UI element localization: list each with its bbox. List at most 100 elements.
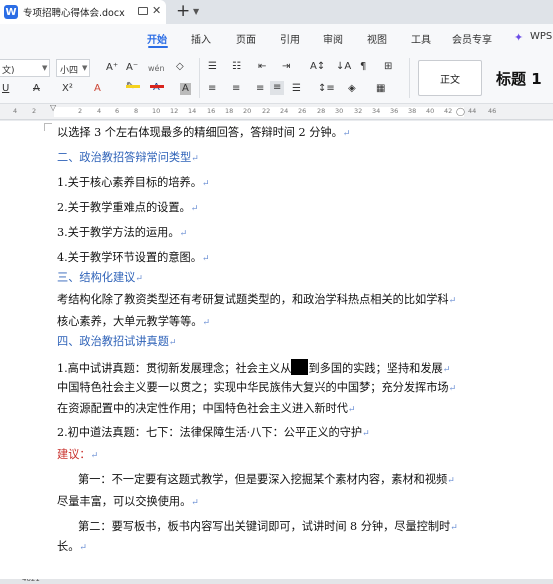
align-center-icon[interactable]: ≡ xyxy=(232,83,240,95)
font-color-button[interactable]: A xyxy=(153,82,160,94)
indent-icon[interactable]: ⇥ xyxy=(282,61,290,73)
status-bar: 4021 xyxy=(0,579,553,584)
tab-member[interactable]: 会员专享 xyxy=(452,31,492,46)
document-heading[interactable]: 三、结构化建议↵ xyxy=(57,271,143,286)
tab-wps-ai[interactable]: WPS xyxy=(530,31,552,42)
font-color-bar xyxy=(150,85,164,88)
table-border-icon[interactable]: ▦ xyxy=(376,83,385,95)
close-icon[interactable]: ✕ xyxy=(152,4,161,17)
tab-home[interactable]: 开始 xyxy=(147,31,167,46)
ruler-number: 18 xyxy=(225,107,234,115)
document-heading[interactable]: 四、政治教招试讲真题↵ xyxy=(57,335,176,350)
sort-icon[interactable]: ↓A xyxy=(336,61,351,73)
document-paragraph[interactable]: 尽量丰富，可以交换使用。↵ xyxy=(57,495,199,510)
paragraph-text: 第二：要写板书，板书内容写出关键词即可，试讲时间 8 分钟，尽量控制时 xyxy=(78,520,451,533)
document-tab[interactable]: W 专项招聘心得体会.docx ✕ xyxy=(0,0,166,24)
paragraph-mark-icon: ↵ xyxy=(347,405,356,415)
distributed-icon[interactable]: ☰ xyxy=(292,83,301,95)
paragraph-mark-icon: ↵ xyxy=(201,179,210,189)
document-paragraph[interactable]: 在资源配置中的决定性作用；中国特色社会主义进入新时代↵ xyxy=(57,402,355,417)
document-paragraph[interactable]: 2.初中道法真题：七下：法律保障生活·八下：公平正义的守护↵ xyxy=(57,426,370,441)
chevron-down-icon[interactable]: ▼ xyxy=(193,7,199,16)
align-right-icon[interactable]: ≡ xyxy=(256,83,264,95)
text-direction-icon[interactable]: A↕ xyxy=(310,61,325,73)
tab-references[interactable]: 引用 xyxy=(280,31,300,46)
paragraph-mark-icon: ↵ xyxy=(362,429,370,439)
status-word-count: 4021 xyxy=(22,579,40,583)
paragraph-text: 1.关于核心素养目标的培养。 xyxy=(57,176,202,189)
underline-button[interactable]: U xyxy=(2,83,9,95)
strikethrough-button[interactable]: A xyxy=(33,83,40,95)
char-shading-button[interactable]: A xyxy=(180,83,191,95)
ruler-number: 16 xyxy=(207,107,216,115)
ruler-number: 26 xyxy=(298,107,307,115)
style-normal[interactable]: 正文 xyxy=(418,60,482,96)
ruler-number: 12 xyxy=(170,107,179,115)
document-paragraph[interactable]: 第二：要写板书，板书内容写出关键词即可，试讲时间 8 分钟，尽量控制时↵ xyxy=(78,520,458,535)
document-paragraph[interactable]: 中国特色社会主义要一以贯之；实现中华民族伟大复兴的中国梦；充分发挥市场↵ xyxy=(57,381,456,396)
superscript-button[interactable]: X² xyxy=(62,83,73,95)
document-paragraph[interactable]: 核心素养，大单元教学等等。↵ xyxy=(57,315,210,330)
ruler-number: 30 xyxy=(335,107,344,115)
align-left-icon[interactable]: ≡ xyxy=(208,83,216,95)
paragraph-mark-icon: ↵ xyxy=(447,476,455,486)
chevron-down-icon: ▼ xyxy=(82,64,88,72)
document-paragraph[interactable]: 长。↵ xyxy=(57,540,87,555)
document-paragraph[interactable]: 第一：不一定要有这题式教学，但是要深入挖掘某个素材内容，素材和视频↵ xyxy=(78,473,455,488)
shading-icon[interactable]: ◈ xyxy=(348,83,356,95)
style-heading-1[interactable]: 标题 1 xyxy=(488,60,553,96)
ribbon-toolbar: 文) ▼ 小四 ▼ A⁺ A⁻ wén ◇ U A X² A ✎ A A ☰ ☷… xyxy=(0,50,553,104)
document-page[interactable]: 以选择 3 个左右体现最多的精细回答，答辩时间 2 分钟。↵ 二、政治教招答辩常问… xyxy=(0,121,553,579)
outdent-icon[interactable]: ⇤ xyxy=(258,61,266,73)
phonetic-guide-button[interactable]: wén xyxy=(148,63,165,75)
bullet-list-icon[interactable]: ☰ xyxy=(208,61,217,73)
paragraph-text: 以选择 3 个左右体现最多的精细回答，答辩时间 2 分钟。 xyxy=(57,126,343,139)
margin-corner-mark xyxy=(44,123,52,131)
numbered-list-icon[interactable]: ☷ xyxy=(232,61,241,73)
borders-icon[interactable]: ⊞ xyxy=(384,61,392,73)
paragraph-text: 2.初中道法真题：七下：法律保障生活·八下：公平正义的守护 xyxy=(57,426,363,439)
tab-insert[interactable]: 插入 xyxy=(191,31,211,46)
ruler-number: 14 xyxy=(188,107,197,115)
document-paragraph[interactable]: 建议：↵ xyxy=(57,448,98,463)
tab-review[interactable]: 审阅 xyxy=(323,31,343,46)
first-line-indent-marker[interactable]: ▽ xyxy=(50,104,56,112)
paragraph-mark-icon: ↵ xyxy=(342,129,351,139)
document-heading[interactable]: 二、政治教招答辩常问类型↵ xyxy=(57,151,199,166)
grow-font-button[interactable]: A⁺ xyxy=(106,62,118,74)
document-paragraph[interactable]: 考结构化除了教资类型还有考研复试题类型的，和政治学科热点相关的比如学科↵ xyxy=(57,293,456,308)
ruler-number: 24 xyxy=(280,107,289,115)
line-spacing-icon[interactable]: ↕≡ xyxy=(318,83,335,95)
clear-format-icon[interactable]: ◇ xyxy=(176,61,184,73)
tab-view[interactable]: 视图 xyxy=(367,31,387,46)
chevron-down-icon: ▼ xyxy=(42,64,48,72)
document-paragraph[interactable]: 1.关于核心素养目标的培养。↵ xyxy=(57,176,209,191)
ruler-number: 2 xyxy=(32,107,37,115)
ruler-number: 42 xyxy=(444,107,453,115)
ruler[interactable]: ▽ ◯ 4 2 2 4 6 8 10 12 14 16 18 20 22 24 26 28 30 32 34 36 38… xyxy=(0,104,553,120)
tab-tools[interactable]: 工具 xyxy=(411,31,431,46)
tab-page[interactable]: 页面 xyxy=(236,31,256,46)
ruler-number: 40 xyxy=(426,107,435,115)
document-paragraph[interactable]: 3.关于教学方法的运用。↵ xyxy=(57,226,187,241)
ruler-number: 32 xyxy=(354,107,363,115)
document-paragraph[interactable]: 2.关于教学重难点的设置。↵ xyxy=(57,201,198,216)
paragraph-text: 1.高中试讲真题：贯彻新发展理念；社会主义从 xyxy=(57,362,292,375)
show-marks-icon[interactable]: ¶ xyxy=(360,61,366,73)
paragraph-text: 核心素养，大单元教学等等。 xyxy=(57,315,203,328)
paragraph-mark-icon: ↵ xyxy=(191,154,199,164)
plus-icon[interactable]: + xyxy=(176,1,190,21)
shrink-font-button[interactable]: A⁻ xyxy=(126,62,138,74)
right-indent-marker[interactable]: ◯ xyxy=(456,107,465,116)
paragraph-mark-icon: ↵ xyxy=(448,296,457,306)
document-paragraph[interactable]: 以选择 3 个左右体现最多的精细回答，答辩时间 2 分钟。↵ xyxy=(57,126,350,141)
justify-icon[interactable]: ≡ xyxy=(270,81,285,95)
document-paragraph[interactable]: 1.高中试讲真题：贯彻新发展理念；社会主义从 到多国的实践；坚持和发展↵ xyxy=(57,359,450,377)
paragraph-text: 第一：不一定要有这题式教学，但是要深入挖掘某个素材内容，素材和视频 xyxy=(78,473,448,486)
ruler-number: 4 xyxy=(13,107,18,115)
document-paragraph[interactable]: 4.关于教学环节设置的意图。↵ xyxy=(57,251,209,266)
text-effect-button[interactable]: A xyxy=(94,83,101,95)
ruler-number: 34 xyxy=(372,107,381,115)
monitor-icon[interactable] xyxy=(138,7,148,15)
ruler-number: 36 xyxy=(390,107,399,115)
